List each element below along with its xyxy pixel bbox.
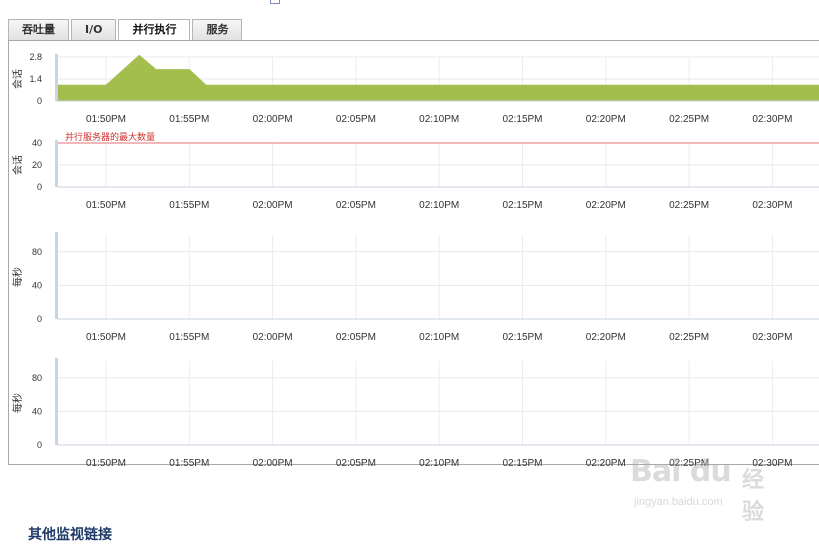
y-tick-label: 40 xyxy=(32,406,42,416)
x-tick-label: 02:15PM xyxy=(502,458,542,469)
x-tick-label: 02:00PM xyxy=(253,200,293,211)
x-tick-label: 02:05PM xyxy=(336,332,376,343)
y-axis-title: 每秒 xyxy=(11,267,24,287)
y-tick-label: 80 xyxy=(32,247,42,257)
x-tick-label: 02:15PM xyxy=(502,332,542,343)
tab-io[interactable]: I/O xyxy=(71,19,117,40)
chart-svg: 0 40 80 每秒 01:50PM 01:55PM 02:00PM 02:05PM 02:10… xyxy=(11,358,819,469)
y-axis-title: 每秒 xyxy=(11,393,24,413)
x-tick-label: 01:55PM xyxy=(169,458,209,469)
y-tick-label: 0 xyxy=(37,314,42,324)
tab-services[interactable]: 服务 xyxy=(192,19,243,40)
x-tick-label: 02:05PM xyxy=(336,114,376,125)
y-axis-rail xyxy=(55,140,58,187)
tab-throughput[interactable]: 吞吐量 xyxy=(8,19,69,40)
x-tick-label: 02:25PM xyxy=(669,114,709,125)
y-axis-title: 会话 xyxy=(11,155,24,175)
y-tick-label: 0 xyxy=(37,96,42,106)
x-tick-label: 02:30PM xyxy=(752,458,792,469)
y-tick-label: 2.8 xyxy=(29,52,42,62)
x-tick-label: 01:50PM xyxy=(86,458,126,469)
x-tick-label: 02:20PM xyxy=(586,458,626,469)
x-tick-label: 02:15PM xyxy=(502,114,542,125)
y-tick-label: 0 xyxy=(37,440,42,450)
x-tick-label: 02:10PM xyxy=(419,200,459,211)
y-axis-title: 会话 xyxy=(11,69,24,89)
y-axis-rail xyxy=(55,54,58,101)
chart-parallel-servers: 并行服务器的最大数量 0 20 40 会话 01:50PM 01:55PM 02:00PM 02… xyxy=(9,131,819,220)
x-tick-label: 02:15PM xyxy=(502,200,542,211)
x-tick-label: 02:30PM xyxy=(752,332,792,343)
tab-bar: 吞吐量 I/O 并行执行 服务 xyxy=(8,19,244,41)
x-tick-label: 02:20PM xyxy=(586,114,626,125)
y-tick-label: 1.4 xyxy=(29,74,42,84)
x-tick-label: 02:30PM xyxy=(752,200,792,211)
chart-svg: 并行服务器的最大数量 0 20 40 会话 01:50PM 01:55PM 02:00PM 02… xyxy=(11,131,819,211)
x-tick-label: 02:20PM xyxy=(586,332,626,343)
chart-active-sessions: 0 1.4 2.8 会话 01:50PM 01:55PM 02:00PM 02:05PM 02:… xyxy=(9,49,819,134)
x-tick-label: 01:50PM xyxy=(86,114,126,125)
x-tick-label: 01:50PM xyxy=(86,332,126,343)
limit-label: 并行服务器的最大数量 xyxy=(65,131,155,143)
y-axis-rail xyxy=(55,358,58,445)
x-tick-label: 01:55PM xyxy=(169,332,209,343)
x-tick-label: 02:25PM xyxy=(669,458,709,469)
y-axis-rail xyxy=(55,232,58,319)
other-monitoring-links[interactable]: 其他监视链接 xyxy=(28,524,112,544)
y-tick-label: 0 xyxy=(37,182,42,192)
chart-svg: 0 1.4 2.8 会话 01:50PM 01:55PM 02:00PM 02:05PM 02:… xyxy=(11,52,819,125)
chart-svg: 0 40 80 每秒 01:50PM 01:55PM 02:00PM 02:05PM 02:10… xyxy=(11,232,819,343)
x-tick-label: 02:05PM xyxy=(336,200,376,211)
y-tick-label: 40 xyxy=(32,138,42,148)
y-tick-label: 20 xyxy=(32,160,42,170)
x-tick-label: 01:55PM xyxy=(169,200,209,211)
chart-panel: 0 1.4 2.8 会话 01:50PM 01:55PM 02:00PM 02:05PM 02:… xyxy=(8,40,819,469)
x-tick-label: 02:05PM xyxy=(336,458,376,469)
x-tick-label: 01:55PM xyxy=(169,114,209,125)
x-tick-label: 01:50PM xyxy=(86,200,126,211)
x-tick-label: 02:10PM xyxy=(419,332,459,343)
x-tick-label: 02:00PM xyxy=(253,114,293,125)
scroll-marker xyxy=(270,0,280,4)
x-tick-label: 02:20PM xyxy=(586,200,626,211)
x-tick-label: 02:30PM xyxy=(752,114,792,125)
x-tick-label: 02:25PM xyxy=(669,200,709,211)
y-tick-label: 40 xyxy=(32,280,42,290)
y-tick-label: 80 xyxy=(32,373,42,383)
x-tick-label: 02:10PM xyxy=(419,458,459,469)
chart-rate-2: 0 40 80 每秒 01:50PM 01:55PM 02:00PM 02:05PM 02:10… xyxy=(9,353,819,473)
chart-rate-1: 0 40 80 每秒 01:50PM 01:55PM 02:00PM 02:05PM 02:10… xyxy=(9,227,819,347)
x-tick-label: 02:10PM xyxy=(419,114,459,125)
area-series xyxy=(56,54,819,102)
x-tick-label: 02:25PM xyxy=(669,332,709,343)
x-tick-label: 02:00PM xyxy=(253,332,293,343)
x-tick-label: 02:00PM xyxy=(253,458,293,469)
tab-parallel-execution[interactable]: 并行执行 xyxy=(118,19,191,41)
